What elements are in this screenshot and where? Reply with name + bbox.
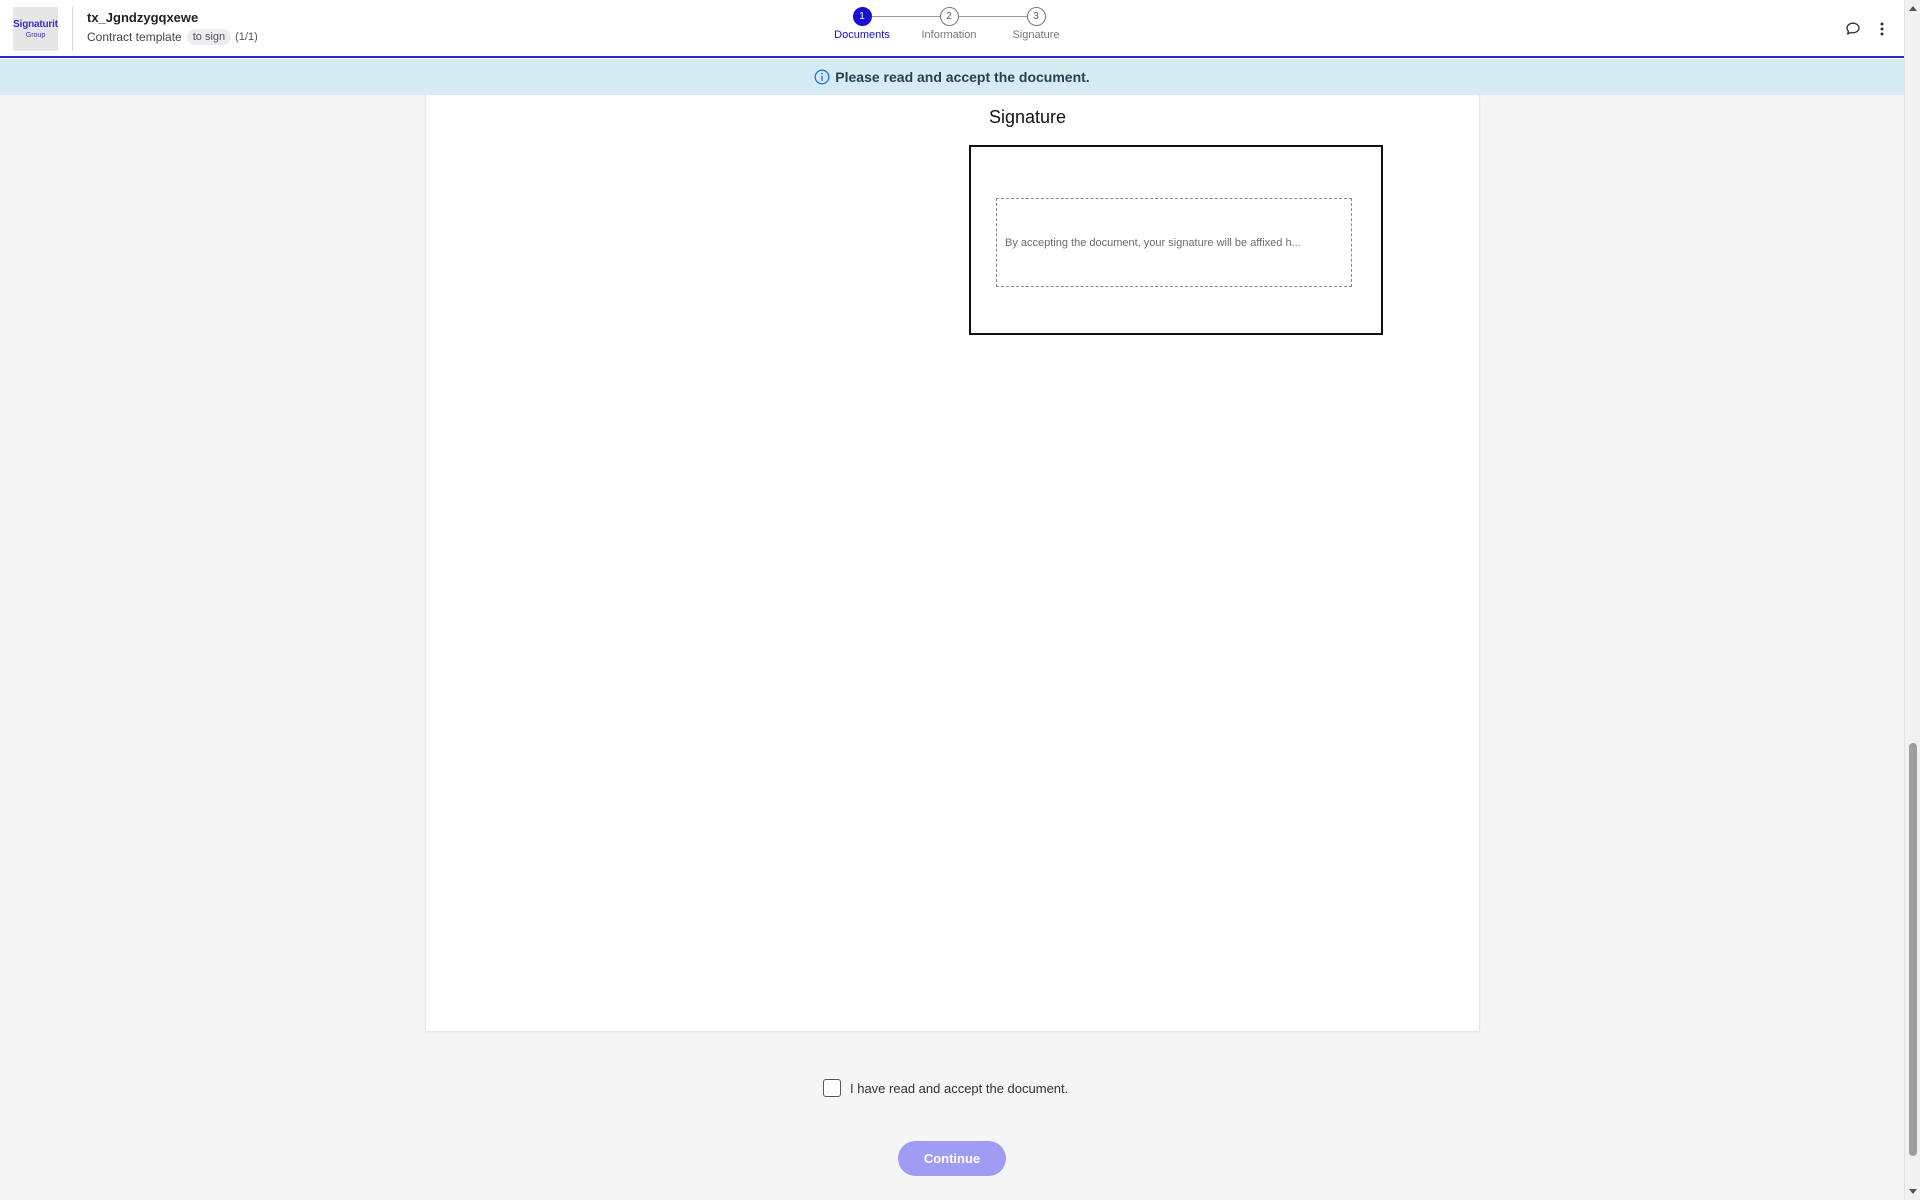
accept-checkbox[interactable]: [823, 1079, 841, 1097]
top-header: Signaturit Group tx_Jgndzygqxewe Contrac…: [0, 0, 1904, 58]
step-signature[interactable]: 3 Signature: [991, 7, 1081, 41]
signature-heading: Signature: [989, 107, 1067, 127]
step-documents[interactable]: 1 Documents: [817, 7, 907, 41]
chat-bubble-icon[interactable]: [1843, 19, 1863, 39]
signature-box: By accepting the document, your signatur…: [969, 145, 1383, 335]
step-label: Information: [921, 29, 977, 41]
step-label: Signature: [1012, 29, 1060, 41]
more-vertical-icon[interactable]: [1872, 19, 1892, 39]
step-information[interactable]: 2 Information: [904, 7, 994, 41]
accept-label[interactable]: I have read and accept the document.: [850, 1081, 1068, 1096]
more-vertical-icon-graphic: [1880, 22, 1884, 36]
continue-button[interactable]: Continue: [898, 1141, 1006, 1176]
step-number: 2: [939, 7, 959, 26]
scroll-up-arrow-icon[interactable]: [1905, 0, 1920, 16]
scrollbar-thumb[interactable]: [1909, 743, 1917, 1156]
step-number: 1: [852, 7, 872, 26]
step-label: Documents: [834, 29, 890, 41]
vertical-scrollbar[interactable]: [1904, 0, 1920, 1200]
signature-placeholder: By accepting the document, your signatur…: [1005, 236, 1301, 249]
signature-field[interactable]: By accepting the document, your signatur…: [996, 198, 1352, 287]
info-banner: Please read and accept the document.: [0, 59, 1904, 95]
progress-stepper: 1 Documents 2 Information 3 Signature: [0, 7, 1904, 47]
accept-document-row[interactable]: I have read and accept the document.: [823, 1079, 1068, 1097]
scroll-down-arrow-icon[interactable]: [1905, 1184, 1920, 1200]
banner-message: Please read and accept the document.: [835, 69, 1090, 85]
info-circle-icon: [814, 69, 830, 85]
chat-bubble-icon-graphic: [1846, 22, 1860, 35]
step-number: 3: [1026, 7, 1046, 26]
